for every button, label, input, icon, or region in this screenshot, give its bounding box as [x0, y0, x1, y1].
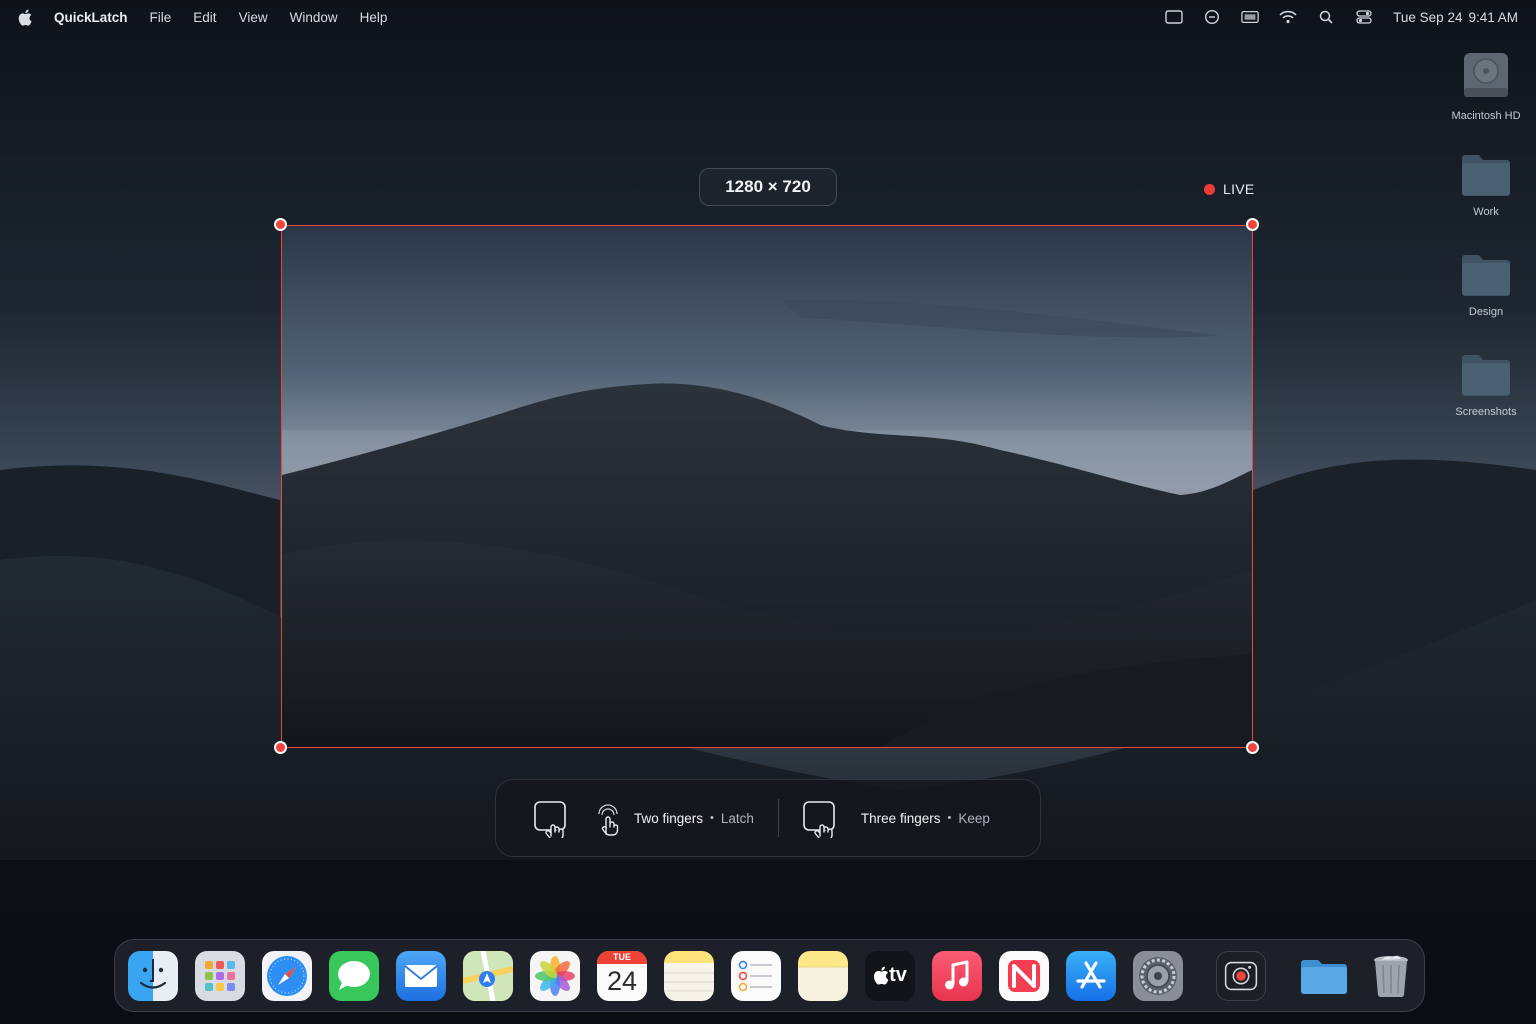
menu-help[interactable]: Help: [360, 10, 388, 25]
calendar-day: 24: [606, 965, 638, 996]
folder-icon: [1462, 355, 1510, 396]
capture-selection-region[interactable]: [281, 225, 1253, 748]
folder-icon: [1462, 255, 1510, 296]
menu-edit[interactable]: Edit: [193, 10, 216, 25]
desktop-item-work[interactable]: Work: [1436, 152, 1536, 218]
desktop-item-label: Macintosh HD: [1451, 110, 1521, 122]
resize-handle-top-left[interactable]: [274, 218, 287, 231]
calendar-icon[interactable]: TUE 24: [597, 950, 647, 1001]
desktop-item-label: Design: [1468, 306, 1504, 318]
desktop-item-screenshots[interactable]: Screenshots: [1436, 352, 1536, 418]
apple-menu-icon[interactable]: [18, 7, 36, 27]
capture-dimensions-badge: 1280 × 720: [699, 168, 837, 206]
menu-file[interactable]: File: [150, 10, 172, 25]
display-icon[interactable]: [1165, 9, 1183, 25]
menu-window[interactable]: Window: [290, 10, 338, 25]
wifi-icon[interactable]: [1279, 9, 1297, 25]
reminders-icon[interactable]: [731, 950, 781, 1001]
messages-icon[interactable]: [329, 950, 379, 1001]
live-indicator: LIVE: [1204, 181, 1255, 197]
resize-handle-bottom-left[interactable]: [274, 741, 287, 754]
desktop-item-label: Work: [1473, 206, 1499, 218]
desktop-item-macintosh-hd[interactable]: Macintosh HD: [1436, 50, 1536, 122]
apple-tv-label: tv: [889, 964, 907, 986]
live-label: LIVE: [1223, 181, 1255, 197]
gesture-two-fingers: Two fingers • Latch: [532, 798, 754, 838]
resize-handle-bottom-right[interactable]: [1246, 741, 1259, 754]
gesture-hint-panel: Two fingers • Latch Three fingers • Keep: [495, 779, 1041, 857]
spotlight-search-icon[interactable]: [1317, 9, 1335, 25]
news-icon[interactable]: [999, 950, 1049, 1001]
mail-icon[interactable]: [396, 950, 446, 1001]
notes-icon[interactable]: [664, 950, 714, 1001]
menu-bar-clock[interactable]: Tue Sep 24 9:41 AM: [1393, 10, 1518, 25]
stickies-icon[interactable]: [798, 950, 848, 1001]
gesture-three-fingers: Three fingers • Keep: [801, 798, 990, 838]
system-settings-icon[interactable]: [1133, 950, 1183, 1001]
trackpad-tap-icon: [801, 798, 837, 838]
hard-drive-icon: [1464, 53, 1508, 97]
folder-icon: [1462, 155, 1510, 196]
screen-mirroring-icon[interactable]: [1241, 9, 1259, 25]
screen-recorder-icon[interactable]: [1216, 950, 1266, 1001]
trash-icon[interactable]: [1366, 951, 1416, 1001]
control-center-icon[interactable]: [1355, 9, 1373, 25]
desktop-item-design[interactable]: Design: [1436, 252, 1536, 318]
photos-icon[interactable]: [530, 950, 580, 1001]
gesture-separator: •: [710, 812, 714, 824]
gesture-divider: [777, 799, 779, 837]
trackpad-tap-icon: [532, 798, 568, 838]
maps-icon[interactable]: [463, 950, 513, 1001]
three-fingers-label: Three fingers: [860, 810, 941, 826]
recording-dot-icon: [1204, 183, 1215, 195]
launchpad-icon[interactable]: [195, 950, 245, 1001]
desktop-item-label: Screenshots: [1455, 406, 1517, 418]
clock-time: 9:41 AM: [1468, 9, 1518, 25]
dock: TUE 24 tv: [114, 939, 1425, 1012]
menu-view[interactable]: View: [239, 10, 268, 25]
gesture-separator: •: [947, 812, 952, 824]
three-fingers-action: Keep: [958, 810, 990, 826]
two-fingers-label: Two fingers: [634, 810, 704, 826]
apple-tv-icon[interactable]: tv: [865, 950, 915, 1001]
resize-handle-top-right[interactable]: [1246, 218, 1259, 231]
downloads-folder-icon[interactable]: [1299, 951, 1349, 1001]
app-store-icon[interactable]: [1066, 950, 1116, 1001]
safari-icon[interactable]: [262, 950, 312, 1001]
calendar-month: TUE: [597, 950, 647, 964]
two-finger-tap-icon: [590, 798, 626, 838]
clock-date: Tue Sep 24: [1393, 9, 1463, 25]
music-icon[interactable]: [932, 950, 982, 1001]
focus-icon[interactable]: [1203, 9, 1221, 25]
two-fingers-action: Latch: [720, 810, 754, 826]
app-name-menu[interactable]: QuickLatch: [54, 10, 128, 25]
menu-bar: QuickLatch File Edit View Window Help Tu…: [0, 0, 1536, 34]
finder-icon[interactable]: [128, 950, 178, 1001]
